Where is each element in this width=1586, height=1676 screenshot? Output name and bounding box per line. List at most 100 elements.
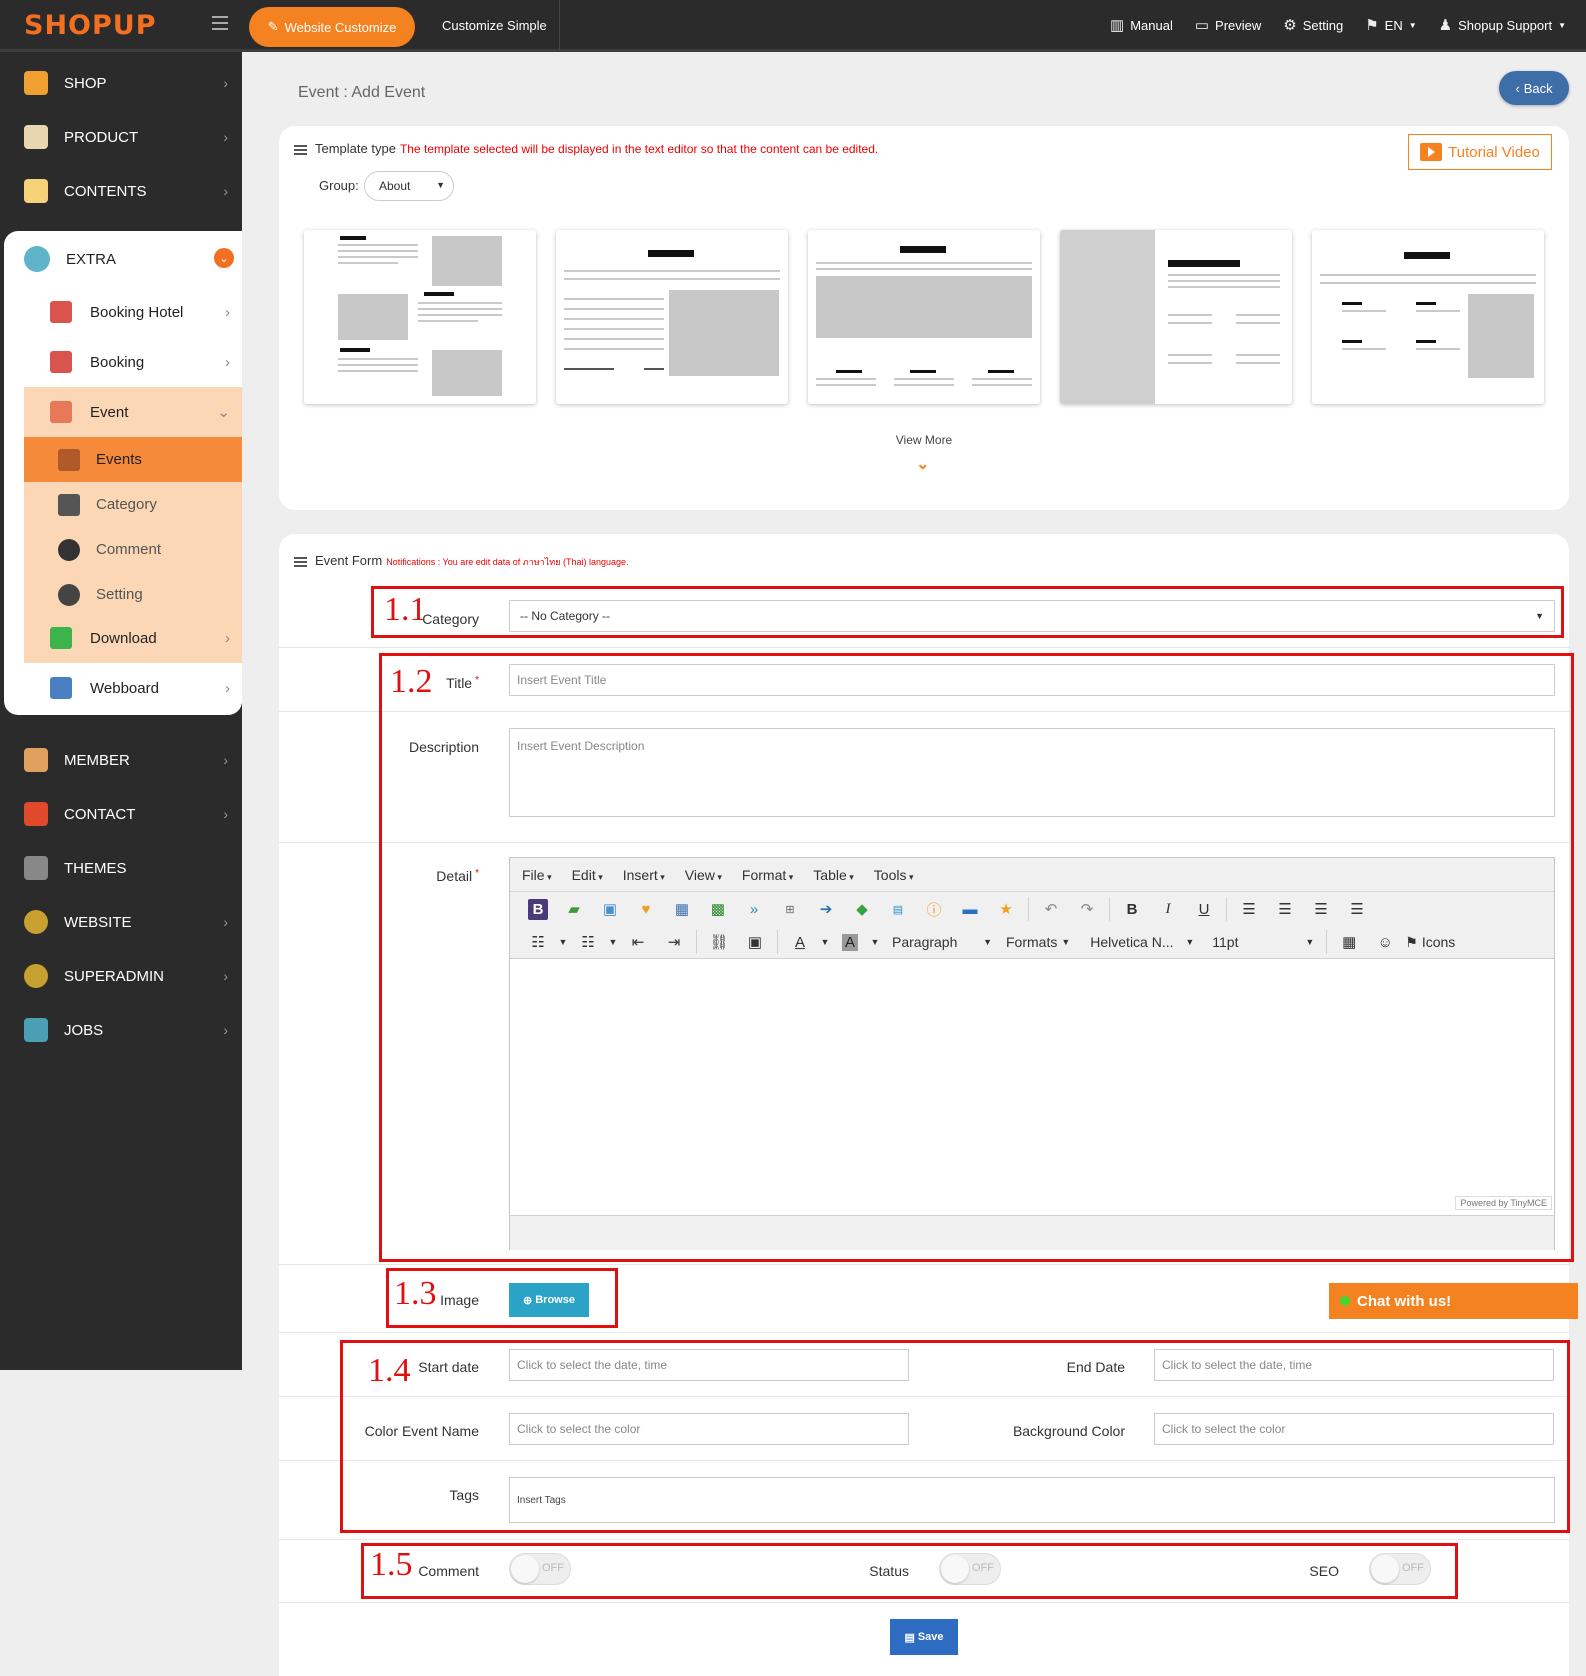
calendar-icon: [50, 401, 72, 423]
chevron-left-icon: ‹: [1515, 80, 1520, 96]
sidebar-item-contact[interactable]: CONTACT ›: [0, 787, 242, 841]
manual-label: Manual: [1130, 17, 1173, 33]
form-note: Notifications : You are edit data of ภาษ…: [386, 557, 629, 567]
hotel-icon: [50, 301, 72, 323]
sidebar-item-category[interactable]: Category: [24, 482, 242, 527]
annotation-box-1-5: [361, 1543, 1458, 1599]
template-thumb-4[interactable]: [1060, 230, 1292, 404]
sidebar-item-label: EXTRA: [66, 250, 117, 268]
contact-icon: [24, 802, 48, 826]
pencil-icon: [58, 448, 80, 471]
extra-submenu: Booking Hotel › Booking › Event ⌄ Events: [24, 287, 242, 715]
image-placeholder-icon: [816, 276, 1032, 338]
save-button[interactable]: ▤ Save: [890, 1619, 958, 1655]
chevron-right-icon: ›: [225, 629, 230, 647]
chevron-right-icon: ›: [223, 129, 228, 145]
chevron-right-icon: ›: [223, 75, 228, 91]
image-placeholder-icon: [1468, 294, 1534, 378]
sidebar-item-member[interactable]: MEMBER ›: [0, 733, 242, 787]
wand-icon: ✎: [267, 19, 279, 34]
annotation-number: 1.4: [368, 1352, 411, 1389]
sidebar-item-booking[interactable]: Booking ›: [24, 337, 242, 387]
sidebar-item-label: Booking: [90, 353, 145, 371]
chevron-down-icon: ⌄: [214, 248, 234, 268]
image-placeholder-icon: [432, 350, 502, 396]
sidebar-item-jobs[interactable]: JOBS ›: [0, 1003, 242, 1057]
sidebar-item-booking-hotel[interactable]: Booking Hotel ›: [24, 287, 242, 337]
setting-link[interactable]: ⚙ Setting: [1283, 16, 1343, 34]
sidebar-item-website[interactable]: WEBSITE ›: [0, 895, 242, 949]
back-button[interactable]: ‹ Back: [1499, 71, 1569, 105]
sidebar-item-label: PRODUCT: [64, 128, 139, 146]
row-divider: [279, 1264, 1569, 1265]
product-icon: [24, 125, 48, 149]
download-icon: [50, 627, 72, 649]
website-customize-button[interactable]: ✎ Website Customize: [249, 7, 415, 47]
sidebar-item-label: JOBS: [64, 1021, 104, 1039]
language-dropdown[interactable]: ⚑ EN ▼: [1365, 16, 1416, 34]
sidebar-item-contents[interactable]: CONTENTS ›: [0, 164, 242, 218]
chevron-down-icon: ⌄: [217, 404, 230, 421]
template-thumb-1[interactable]: [304, 230, 536, 404]
sidebar-item-themes[interactable]: THEMES: [0, 841, 242, 895]
sidebar-item-label: CONTENTS: [64, 182, 147, 200]
template-heading: Template type The template selected will …: [294, 141, 878, 156]
chevron-right-icon: ›: [223, 914, 228, 930]
sidebar-item-events[interactable]: Events: [24, 437, 242, 482]
sidebar-item-comment[interactable]: Comment: [24, 527, 242, 572]
setting-label: Setting: [1302, 17, 1344, 33]
sidebar-item-extra[interactable]: EXTRA ⌄: [4, 231, 242, 287]
sidebar-item-shop[interactable]: SHOP ›: [0, 56, 242, 110]
sidebar-item-product[interactable]: PRODUCT ›: [0, 110, 242, 164]
sidebar-item-label: Events: [96, 451, 142, 468]
preview-link[interactable]: ▭ Preview: [1195, 16, 1261, 34]
sidebar-item-label: Event: [90, 403, 129, 421]
sidebar-item-label: Setting: [96, 586, 143, 603]
top-bar: SHOPUP ✎ Website Customize Customize Sim…: [0, 0, 1586, 52]
member-icon: [24, 748, 48, 772]
shopup-logo[interactable]: SHOPUP: [24, 10, 157, 41]
sidebar-item-webboard[interactable]: Webboard ›: [24, 663, 242, 713]
chevron-right-icon: ›: [223, 968, 228, 984]
annotation-box-1-4: [340, 1340, 1570, 1533]
chevron-down-icon[interactable]: ⌄: [916, 454, 929, 474]
sidebar-item-setting[interactable]: Setting: [24, 572, 242, 617]
book-icon: ▥: [1110, 17, 1125, 34]
chevron-right-icon: ›: [223, 183, 228, 199]
template-thumb-5[interactable]: [1312, 230, 1544, 404]
view-more-link[interactable]: View More: [279, 433, 1569, 447]
sidebar-item-event[interactable]: Event ⌄: [24, 387, 242, 437]
chat-label: Chat with us!: [1357, 1292, 1452, 1310]
person-icon: ♟: [1438, 17, 1453, 34]
sidebar-item-superadmin[interactable]: SUPERADMIN ›: [0, 949, 242, 1003]
customize-simple-button[interactable]: Customize Simple: [430, 0, 560, 50]
caret-down-icon: ▼: [436, 180, 445, 190]
sidebar-item-label: CONTACT: [64, 805, 136, 823]
top-nav: ▥ Manual ▭ Preview ⚙ Setting ⚑ EN ▼ ♟ Shopup S…: [1110, 0, 1566, 50]
webboard-icon: [50, 677, 72, 699]
chevron-right-icon: ›: [223, 752, 228, 768]
extra-panel: EXTRA ⌄ Booking Hotel › Booking › Event …: [4, 231, 242, 715]
online-dot-icon: [1340, 1296, 1350, 1306]
image-placeholder-icon: [669, 290, 779, 376]
group-select[interactable]: About ▼: [364, 171, 454, 201]
chevron-right-icon: ›: [225, 303, 230, 321]
save-label: Save: [917, 1631, 944, 1643]
sidebar-item-label: SUPERADMIN: [64, 967, 165, 985]
chat-with-us-button[interactable]: Chat with us!: [1329, 1283, 1578, 1319]
template-card: Template type The template selected will …: [279, 126, 1569, 510]
menu-toggle-icon[interactable]: [212, 16, 228, 30]
template-thumb-2[interactable]: [556, 230, 788, 404]
template-thumb-3[interactable]: [808, 230, 1040, 404]
sidebar-item-download[interactable]: Download ›: [24, 613, 242, 663]
category-icon: [58, 493, 80, 516]
support-dropdown[interactable]: ♟ Shopup Support ▼: [1439, 16, 1566, 34]
manual-link[interactable]: ▥ Manual: [1110, 16, 1173, 34]
sidebar-item-label: Webboard: [90, 679, 159, 697]
chevron-right-icon: ›: [225, 353, 230, 371]
tutorial-video-button[interactable]: Tutorial Video: [1408, 134, 1552, 170]
row-divider: [279, 647, 1569, 648]
shop-icon: [24, 71, 48, 95]
tutorial-label: Tutorial Video: [1448, 143, 1540, 161]
annotation-number: 1.2: [390, 663, 433, 700]
